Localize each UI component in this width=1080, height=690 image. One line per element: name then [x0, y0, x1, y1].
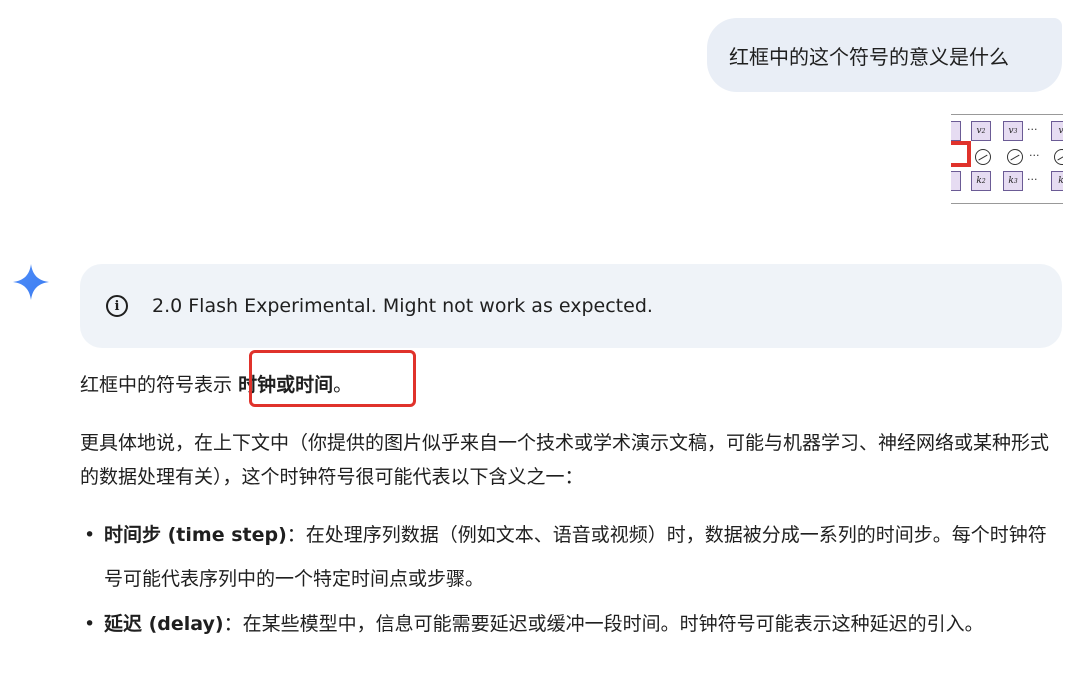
list-item-term: 延迟 (delay): [104, 613, 224, 635]
answer-summary-prefix: 红框中的符号表示: [80, 374, 233, 396]
thumbnail-lines: [951, 103, 1063, 115]
thumbnail-ellipsis: ···: [1027, 123, 1038, 136]
thumbnail-cell: [951, 121, 961, 141]
answer-summary: 红框中的符号表示 时钟或时间。: [80, 368, 1060, 402]
answer-paragraph: 更具体地说，在上下文中（你提供的图片似乎来自一个技术或学术演示文稿，可能与机器学…: [80, 432, 1050, 488]
thumbnail-cell: [951, 171, 961, 191]
model-notice-banner: i 2.0 Flash Experimental. Might not work…: [80, 264, 1062, 348]
red-highlight-box: [249, 350, 416, 407]
info-icon: i: [106, 295, 128, 317]
attached-image-thumbnail[interactable]: v2 v3 ··· v ··· k2 k3 ··· k: [951, 103, 1063, 211]
thumbnail-lines: [951, 203, 1063, 211]
thumbnail-cell: k3: [1003, 171, 1023, 191]
thumbnail-cell: v2: [971, 121, 991, 141]
list-item-term: 时间步 (time step): [104, 524, 287, 546]
clock-icon: [1007, 149, 1023, 165]
thumbnail-cell: v: [1051, 121, 1063, 141]
thumbnail-cell: k2: [971, 171, 991, 191]
clock-icon: [1054, 149, 1063, 165]
thumbnail-ellipsis: ···: [1027, 173, 1038, 186]
thumbnail-cell: v3: [1003, 121, 1023, 141]
notice-text: 2.0 Flash Experimental. Might not work a…: [152, 295, 653, 317]
thumbnail-red-box: [951, 141, 971, 167]
clock-icon: [975, 149, 991, 165]
user-message-bubble: 红框中的这个符号的意义是什么: [707, 18, 1062, 92]
bullet-dot: •: [84, 613, 96, 635]
list-item-text: ：在某些模型中，信息可能需要延迟或缓冲一段时间。时钟符号可能表示这种延迟的引入。: [223, 613, 984, 635]
bullet-dot: •: [84, 524, 96, 546]
thumbnail-ellipsis: ···: [1029, 149, 1040, 162]
gemini-sparkle-icon: [13, 264, 49, 300]
thumbnail-cell: k: [1051, 171, 1063, 191]
user-message-text: 红框中的这个符号的意义是什么: [729, 44, 1009, 69]
